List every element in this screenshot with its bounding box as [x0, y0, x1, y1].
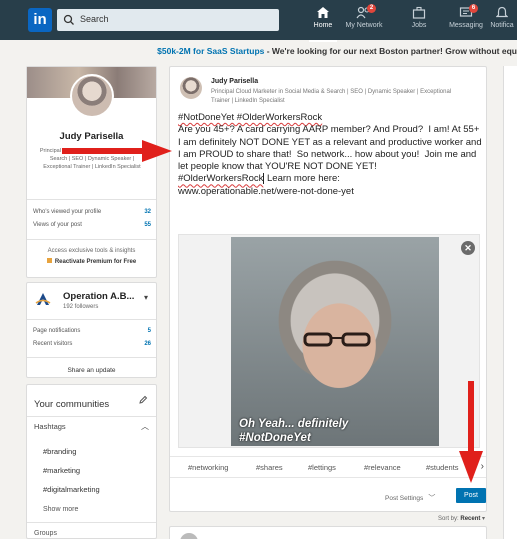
- photo-caption: Oh Yeah... definitely #NotDoneYet: [239, 417, 348, 445]
- post-text-editor[interactable]: #NotDoneYet #OlderWorkersRock Are you 45…: [178, 112, 482, 198]
- suggested-hashtag[interactable]: #relevance: [364, 463, 401, 472]
- nav-my-network[interactable]: 2 My Network: [338, 4, 390, 38]
- post-settings-label: Post Settings: [385, 495, 424, 502]
- bell-icon: [496, 6, 508, 18]
- stat-value: 26: [144, 341, 151, 347]
- chevron-down-icon: ﹀: [428, 495, 436, 502]
- company-page-name[interactable]: Operation A.B...: [63, 291, 134, 302]
- nav-notifications[interactable]: Notifica: [487, 4, 517, 38]
- nav-messaging[interactable]: 6 Messaging: [440, 4, 492, 38]
- stat-page-notifications[interactable]: Page notifications 5: [33, 328, 151, 334]
- communities-card: Your communities Hashtags ︿ #branding #m…: [26, 384, 157, 539]
- nav-jobs[interactable]: Jobs: [393, 4, 445, 38]
- stat-value: 5: [147, 328, 151, 334]
- nav-messaging-label: Messaging: [449, 22, 483, 29]
- premium-description: Access exclusive tools & insights: [47, 248, 136, 254]
- promo-text: - We're looking for our next Boston part…: [264, 46, 517, 56]
- suggested-hashtags-bar: #networking #shares #lettings #relevance…: [170, 456, 486, 478]
- chevron-down-icon[interactable]: ▾: [144, 293, 148, 302]
- stat-profile-views[interactable]: Who's viewed your profile 32: [33, 209, 151, 215]
- home-icon: [317, 7, 329, 18]
- suggested-hashtag[interactable]: #networking: [188, 463, 228, 472]
- hashtag-item[interactable]: #digitalmarketing: [43, 485, 100, 494]
- sort-value: Recent: [460, 516, 481, 522]
- communities-title: Your communities: [34, 399, 110, 410]
- post-hashtags-line: #NotDoneYet #OlderWorkersRock: [178, 112, 323, 123]
- stat-label: Who's viewed your profile: [33, 209, 102, 215]
- nav-notifications-label: Notifica: [490, 22, 514, 29]
- messaging-badge: 6: [469, 4, 478, 13]
- author-name[interactable]: Judy Parisella: [211, 78, 258, 85]
- post-learn-more-line: #OlderWorkersRock Learn more here:: [178, 173, 340, 185]
- suggested-hashtag[interactable]: #shares: [256, 463, 283, 472]
- stat-label: Page notifications: [33, 328, 81, 334]
- divider: [27, 319, 156, 320]
- stat-label: Views of your post: [33, 222, 82, 228]
- search-input[interactable]: Search: [80, 14, 109, 24]
- right-rail: [503, 66, 517, 539]
- post-url[interactable]: www.operationable.net/were-not-done-yet: [178, 186, 482, 198]
- red-arrow-down-annotation: [459, 381, 483, 483]
- divider: [27, 357, 156, 358]
- company-page-card: Operation A.B... ▾ 192 followers Page no…: [26, 282, 157, 378]
- author-headline: Principal Cloud Marketer in Social Media…: [211, 89, 452, 104]
- company-followers: 192 followers: [63, 304, 99, 310]
- glasses-shape: [303, 332, 371, 347]
- company-logo-icon[interactable]: [34, 291, 52, 309]
- edit-pencil-icon[interactable]: [138, 395, 148, 405]
- suggested-hashtag[interactable]: #lettings: [308, 463, 336, 472]
- hashtags-label: Hashtags: [34, 422, 66, 431]
- media-preview: Oh Yeah... definitely #NotDoneYet ✕: [178, 234, 480, 448]
- photo-caption-line: Oh Yeah... definitely: [239, 418, 349, 430]
- premium-link-label: Reactivate Premium for Free: [54, 259, 137, 265]
- sort-label: Sort by:: [438, 516, 459, 522]
- premium-icon: [46, 258, 52, 263]
- stat-label: Recent visitors: [33, 341, 73, 347]
- avatar[interactable]: [180, 533, 198, 539]
- top-nav: in Search Home 2 My Network Jobs 6 Messa…: [0, 0, 517, 42]
- hashtag-item[interactable]: #branding: [43, 447, 76, 456]
- divider: [27, 416, 156, 417]
- sort-by-dropdown[interactable]: Sort by: Recent ▾: [438, 515, 485, 522]
- divider: [27, 522, 156, 523]
- stat-value: 55: [144, 222, 151, 228]
- stat-post-views[interactable]: Views of your post 55: [33, 222, 151, 228]
- post-settings-dropdown[interactable]: Post Settings ﹀: [385, 493, 435, 503]
- premium-link[interactable]: Reactivate Premium for Free: [27, 258, 156, 265]
- profile-card: Judy Parisella Principal Cloud Marketer …: [26, 66, 157, 278]
- stat-recent-visitors[interactable]: Recent visitors 26: [33, 341, 151, 347]
- show-more-link[interactable]: Show more: [43, 506, 78, 513]
- divider: [27, 199, 156, 200]
- network-badge: 2: [367, 4, 376, 13]
- jobs-icon: [412, 6, 426, 19]
- feed-post-card: [169, 526, 487, 539]
- promo-link[interactable]: $50k-2M for SaaS Startups: [157, 46, 264, 56]
- groups-link[interactable]: Groups: [34, 530, 57, 537]
- hashtag-item[interactable]: #marketing: [43, 466, 80, 475]
- post-photo: Oh Yeah... definitely #NotDoneYet: [231, 237, 439, 446]
- stat-value: 32: [144, 209, 151, 215]
- author-avatar[interactable]: [180, 77, 202, 99]
- search-icon: [63, 14, 74, 25]
- post-button[interactable]: Post: [456, 488, 486, 503]
- search-box[interactable]: Search: [57, 9, 279, 31]
- red-arrow-right-annotation: [62, 140, 172, 162]
- photo-caption-line: #NotDoneYet: [239, 432, 311, 444]
- close-icon[interactable]: ✕: [461, 241, 475, 255]
- linkedin-logo[interactable]: in: [28, 8, 52, 32]
- avatar[interactable]: [70, 74, 114, 118]
- promo-banner[interactable]: $50k-2M for SaaS Startups - We're lookin…: [0, 46, 517, 60]
- nav-jobs-label: Jobs: [411, 22, 427, 29]
- nav-network-label: My Network: [345, 22, 383, 29]
- post-composer: Judy Parisella Principal Cloud Marketer …: [169, 66, 487, 512]
- chevron-up-icon[interactable]: ︿: [141, 421, 149, 432]
- divider: [27, 239, 156, 240]
- hashtags-section-toggle[interactable]: Hashtags ︿: [34, 422, 149, 431]
- share-update-button[interactable]: Share an update: [27, 367, 156, 374]
- post-body: Are you 45+? A card carrying AARP member…: [178, 124, 485, 173]
